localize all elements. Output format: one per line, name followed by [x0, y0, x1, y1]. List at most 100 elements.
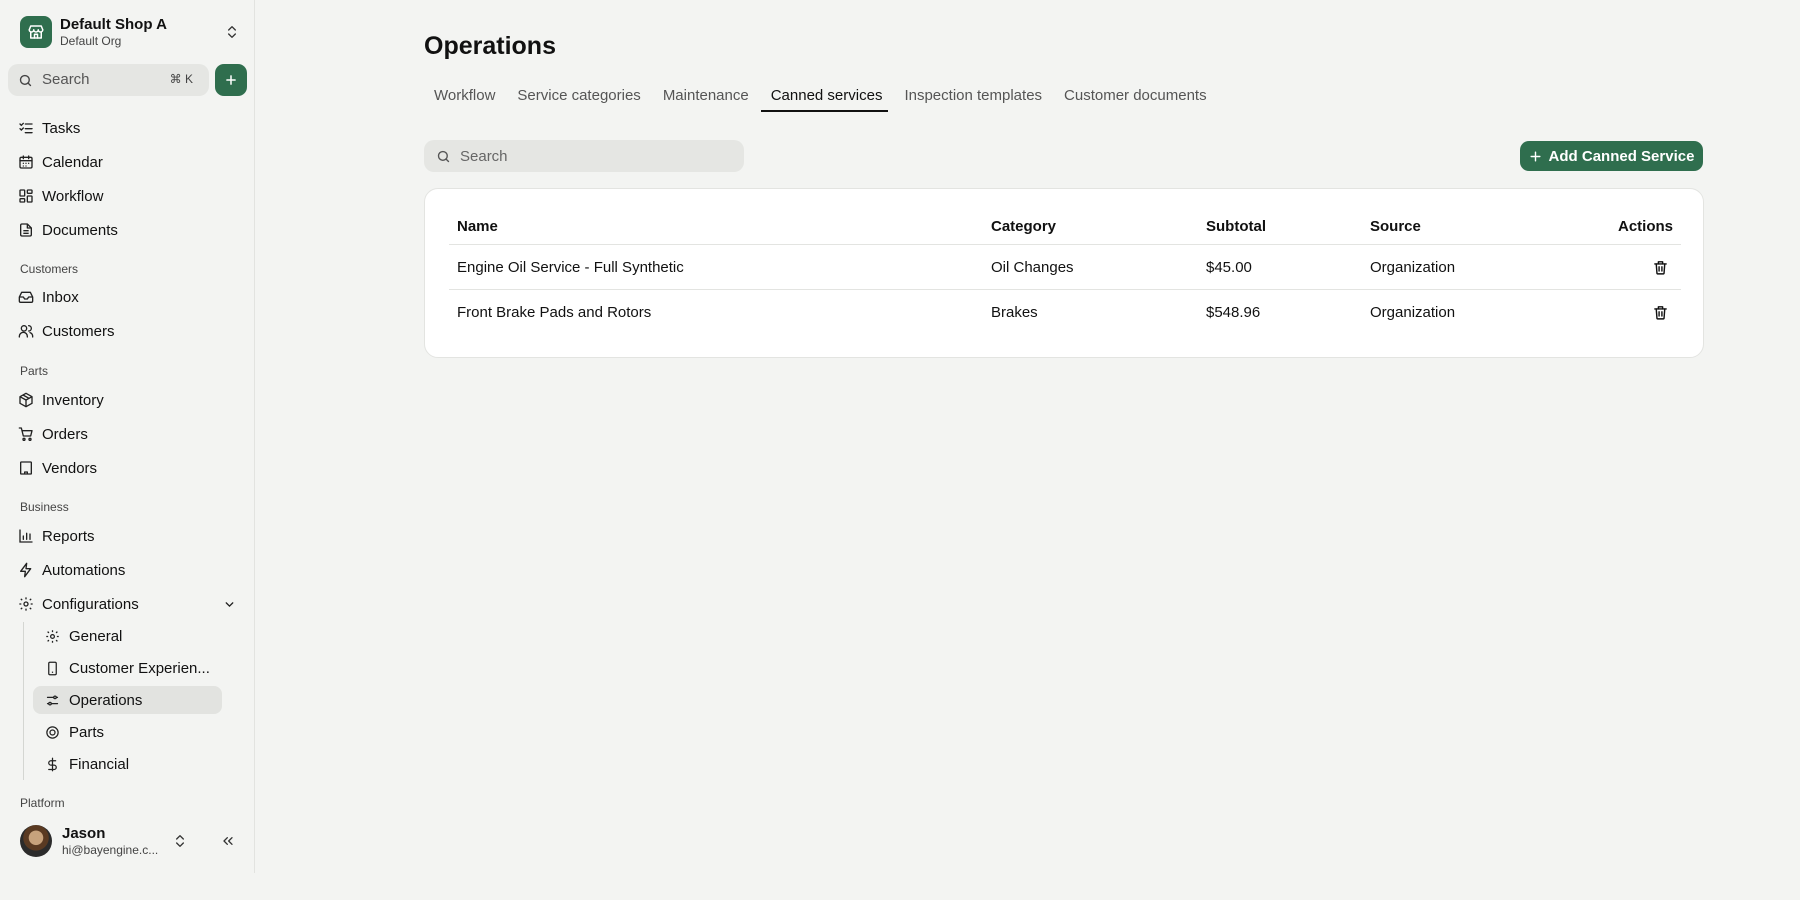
sidebar-item-customers[interactable]: Customers [18, 320, 238, 342]
kanban-icon [19, 189, 33, 203]
user-name: Jason [62, 825, 106, 842]
sidebar-subitem-general[interactable]: General [33, 622, 222, 650]
cell-name: Engine Oil Service - Full Synthetic [457, 258, 684, 276]
table-row[interactable]: Engine Oil Service - Full Synthetic Oil … [449, 245, 1681, 290]
sidebar-item-tasks[interactable]: Tasks [18, 117, 238, 139]
sidebar-item-inventory[interactable]: Inventory [18, 389, 238, 411]
sidebar-subitem-label: Customer Experien... [69, 659, 210, 677]
tab-canned-services[interactable]: Canned services [760, 86, 889, 112]
cell-category: Oil Changes [991, 258, 1074, 276]
cart-icon [18, 427, 33, 441]
header-subtotal[interactable]: Subtotal [1206, 209, 1266, 244]
shop-switcher[interactable]: Default Shop A Default Org [20, 16, 240, 50]
cell-actions [1652, 245, 1673, 289]
page-title: Operations [424, 32, 556, 60]
sidebar-subitem-label: Parts [69, 723, 105, 741]
chevrons-up-down-icon [228, 26, 236, 38]
cell-source: Organization [1370, 258, 1456, 276]
search-icon [437, 150, 450, 163]
header-source[interactable]: Source [1370, 209, 1421, 244]
chevron-down-icon [225, 602, 234, 608]
sidebar-item-label: Customers [42, 322, 115, 340]
sidebar-item-calendar[interactable]: Calendar [18, 151, 238, 173]
tire-icon [46, 725, 59, 739]
tab-workflow[interactable]: Workflow [424, 86, 501, 112]
plus-icon [1530, 150, 1541, 162]
tab-inspection-templates[interactable]: Inspection templates [894, 86, 1048, 112]
table-header: Name Category Subtotal Source Actions [449, 209, 1681, 245]
sidebar-subitem-label: Operations [69, 691, 143, 709]
bar-chart-icon [19, 529, 33, 543]
shop-org: Default Org [60, 34, 122, 48]
sidebar-item-workflow[interactable]: Workflow [18, 185, 238, 207]
sidebar-item-label: Vendors [42, 459, 98, 477]
tab-customer-documents[interactable]: Customer documents [1054, 86, 1213, 112]
sidebar-item-label: Reports [42, 527, 95, 545]
sidebar-subitem-parts[interactable]: Parts [33, 718, 222, 746]
collapse-sidebar-icon[interactable] [220, 833, 236, 849]
trash-icon[interactable] [1652, 304, 1669, 321]
tab-service-categories[interactable]: Service categories [507, 86, 646, 112]
search-shortcut: ⌘ K [169, 72, 193, 86]
sidebar-item-label: Calendar [42, 153, 103, 171]
calendar-icon [19, 155, 33, 169]
sidebar-search[interactable]: Search ⌘ K [8, 64, 209, 96]
store-icon [20, 16, 52, 48]
search-icon [19, 74, 32, 87]
chevrons-up-down-icon [176, 835, 184, 847]
avatar [20, 825, 52, 857]
phone-icon [48, 661, 57, 675]
header-name[interactable]: Name [457, 209, 498, 244]
tab-maintenance[interactable]: Maintenance [653, 86, 755, 112]
trash-icon[interactable] [1652, 259, 1669, 276]
cell-name: Front Brake Pads and Rotors [457, 304, 652, 321]
section-label-customers: Customers [20, 262, 79, 276]
shop-name: Default Shop A [60, 16, 167, 33]
header-actions: Actions [1617, 218, 1673, 235]
sidebar-item-orders[interactable]: Orders [18, 423, 238, 445]
table-row[interactable]: Front Brake Pads and Rotors Brakes $548.… [449, 290, 1681, 335]
sidebar-subitem-operations[interactable]: Operations [33, 686, 222, 714]
sidebar-item-label: Configurations [42, 595, 139, 613]
sidebar-item-label: Inbox [42, 288, 79, 306]
section-label-platform: Platform [20, 796, 65, 810]
gear-icon [46, 629, 59, 643]
plus-icon [226, 75, 236, 85]
add-canned-service-button[interactable]: Add Canned Service [1520, 141, 1703, 171]
sidebar-item-configurations[interactable]: Configurations [18, 593, 238, 615]
sidebar-item-inbox[interactable]: Inbox [18, 286, 238, 308]
header-category[interactable]: Category [991, 209, 1056, 244]
list-check-icon [19, 122, 33, 134]
sidebar-item-label: Workflow [42, 187, 104, 205]
section-label-parts: Parts [20, 364, 49, 378]
quick-add-button[interactable] [215, 64, 247, 96]
bolt-icon [20, 562, 32, 578]
sidebar-subitem-financial[interactable]: Financial [33, 750, 222, 778]
cell-source: Organization [1370, 304, 1456, 321]
sidebar-item-automations[interactable]: Automations [18, 559, 238, 581]
user-menu[interactable]: Jason hi@bayengine.c... [20, 825, 240, 857]
sidebar-subitem-customer-experience[interactable]: Customer Experien... [33, 654, 222, 682]
search-input[interactable] [460, 146, 730, 166]
sidebar-item-documents[interactable]: Documents [18, 219, 238, 241]
tree-line [23, 622, 24, 780]
cell-subtotal: $45.00 [1206, 258, 1252, 276]
user-email: hi@bayengine.c... [62, 843, 159, 857]
sidebar-item-reports[interactable]: Reports [18, 525, 238, 547]
cell-actions [1652, 290, 1673, 335]
inbox-icon [18, 291, 34, 303]
sliders-icon [46, 695, 59, 705]
add-canned-service-label: Add Canned Service [1548, 147, 1695, 165]
sidebar-item-label: Documents [42, 221, 118, 239]
sidebar-item-label: Orders [42, 425, 88, 443]
cell-subtotal: $548.96 [1206, 304, 1261, 321]
dollar-icon [48, 757, 57, 771]
cell-category: Brakes [991, 304, 1038, 321]
sidebar-item-label: Automations [42, 561, 126, 579]
sidebar-item-vendors[interactable]: Vendors [18, 457, 238, 479]
sidebar-item-label: Inventory [42, 391, 104, 409]
package-icon [19, 392, 33, 408]
sidebar: Default Shop A Default Org Search ⌘ K Ta… [0, 0, 255, 873]
canned-services-search [424, 140, 744, 172]
sidebar-subitem-label: Financial [69, 755, 130, 773]
